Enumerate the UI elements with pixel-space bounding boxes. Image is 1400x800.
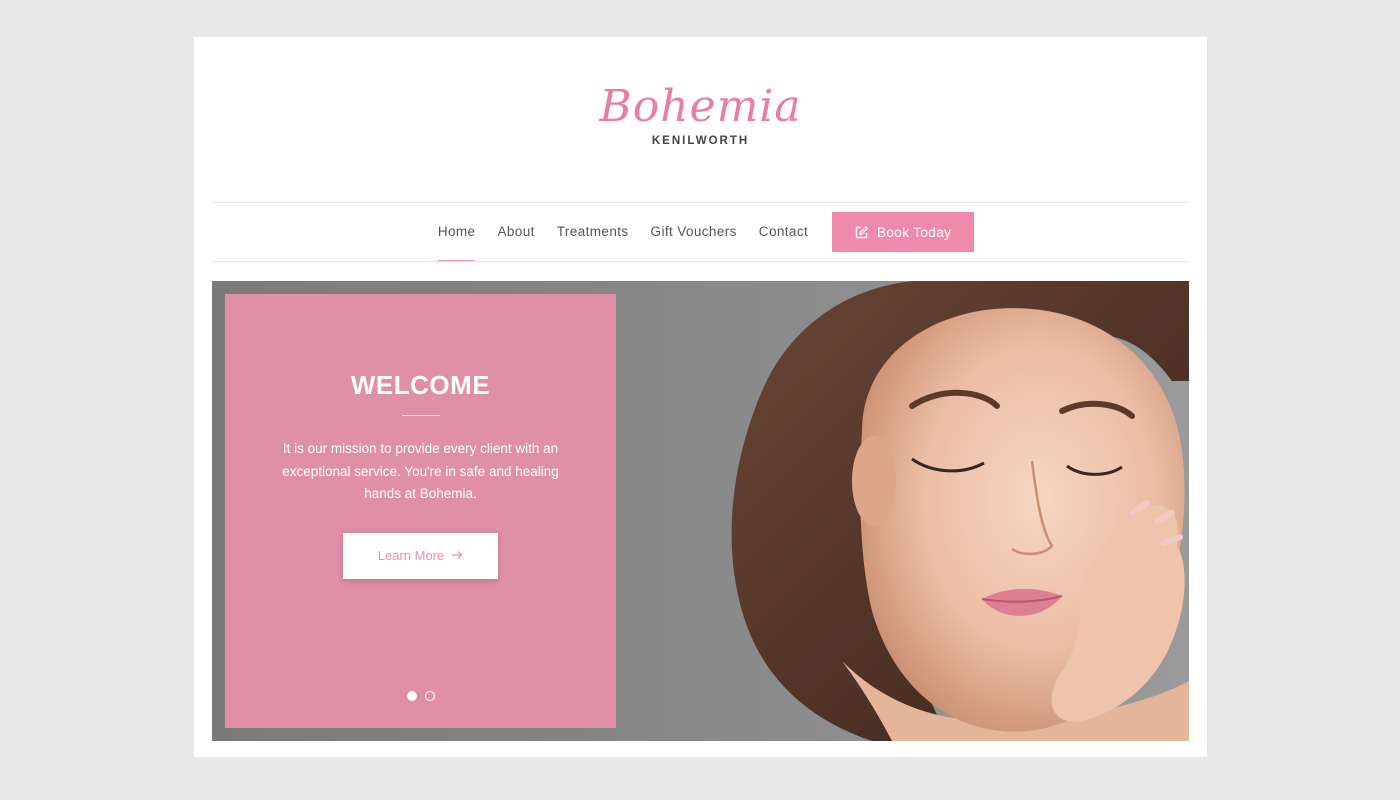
- welcome-text: It is our mission to provide every clien…: [282, 441, 559, 501]
- site-logo[interactable]: Bohemia KENILWORTH: [194, 77, 1207, 147]
- nav-item-contact[interactable]: Contact: [759, 203, 808, 261]
- hero-slider: WELCOME It is our mission to provide eve…: [212, 281, 1189, 741]
- learn-more-button[interactable]: Learn More: [343, 532, 498, 579]
- nav-item-about[interactable]: About: [497, 203, 534, 261]
- slider-dot-1[interactable]: [406, 691, 417, 701]
- edit-icon: [855, 225, 868, 239]
- nav-item-gift-vouchers[interactable]: Gift Vouchers: [651, 203, 737, 261]
- welcome-title: WELCOME: [350, 370, 491, 400]
- learn-more-label: Learn More: [377, 548, 445, 563]
- welcome-panel: WELCOME It is our mission to provide eve…: [225, 294, 616, 728]
- title-divider: [401, 415, 440, 416]
- book-today-button[interactable]: Book Today: [832, 212, 975, 252]
- nav-item-home[interactable]: Home: [437, 203, 476, 262]
- hero-photo-woman: [731, 281, 1189, 741]
- page-card: Bohemia KENILWORTH Home About Treatments…: [194, 37, 1207, 757]
- main-nav: Home About Treatments Gift Vouchers Cont…: [212, 203, 1189, 262]
- arrow-right-icon: [452, 548, 463, 563]
- nav-bottom-divider: [212, 261, 1189, 262]
- logo-location-text: KENILWORTH: [651, 135, 750, 147]
- nav-item-treatments[interactable]: Treatments: [557, 203, 629, 261]
- slider-dots: [225, 691, 616, 701]
- logo-script-text: Bohemia: [599, 81, 802, 132]
- slider-dot-2[interactable]: [424, 691, 435, 701]
- book-today-label: Book Today: [876, 224, 952, 240]
